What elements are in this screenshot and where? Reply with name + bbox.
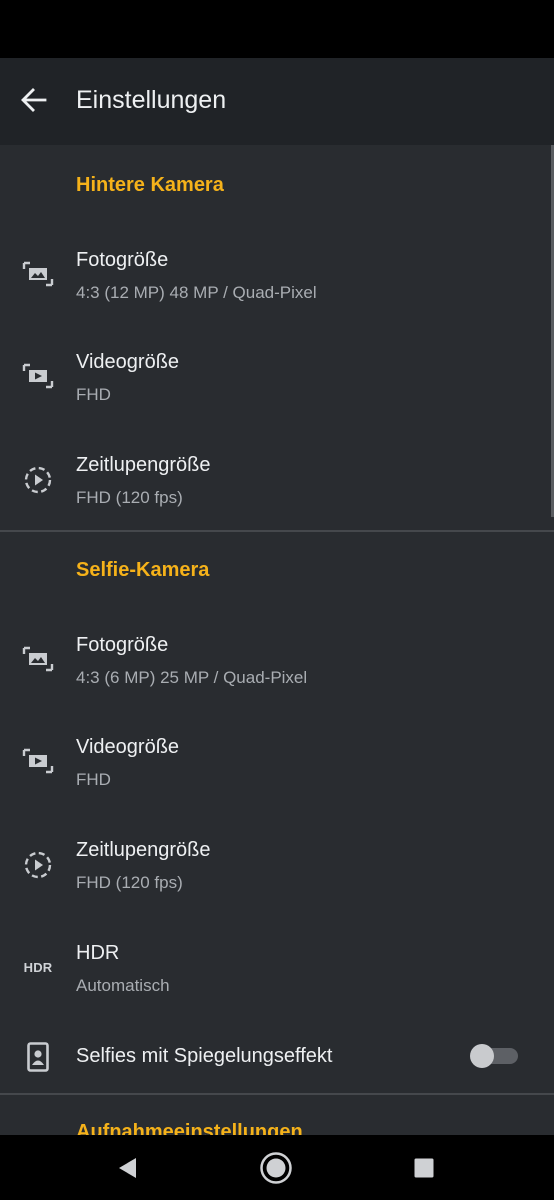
section-header-selfie-camera: Selfie-Kamera (76, 559, 210, 581)
slow-motion-icon (20, 462, 56, 498)
selfie-photo-size-item[interactable]: Fotogröße 4:3 (6 MP) 25 MP / Quad-Pixel (0, 610, 554, 712)
rear-photo-size-value: 4:3 (12 MP) 48 MP / Quad-Pixel (76, 283, 317, 302)
rear-photo-size-item[interactable]: Fotogröße 4:3 (12 MP) 48 MP / Quad-Pixel (0, 225, 554, 327)
nav-home-button[interactable] (259, 1151, 293, 1185)
rear-slowmo-size-title: Zeitlupengröße (76, 454, 211, 476)
square-recents-icon (414, 1158, 434, 1178)
slow-motion-icon (20, 847, 56, 883)
page-title: Einstellungen (76, 86, 227, 114)
nav-recents-button[interactable] (407, 1151, 441, 1185)
selfie-video-size-value: FHD (76, 770, 111, 789)
section-header-rear-camera: Hintere Kamera (76, 174, 224, 196)
selfie-hdr-item[interactable]: HDR HDR Automatisch (0, 918, 554, 1020)
selfie-photo-size-title: Fotogröße (76, 634, 169, 656)
rear-video-size-title: Videogröße (76, 351, 180, 373)
selfie-hdr-title: HDR (76, 942, 120, 964)
selfie-mirror-title: Selfies mit Spiegelungseffekt (76, 1045, 333, 1067)
rear-video-size-value: FHD (76, 385, 111, 404)
section-divider (0, 1093, 554, 1095)
hdr-icon: HDR (23, 959, 53, 975)
video-size-icon (20, 743, 56, 779)
rear-video-size-item[interactable]: Videogröße FHD (0, 327, 554, 430)
rear-slowmo-size-value: FHD (120 fps) (76, 488, 183, 507)
selfie-mirror-icon (20, 1039, 56, 1075)
back-button[interactable] (14, 80, 54, 120)
photo-size-icon (20, 641, 56, 677)
status-bar (0, 0, 554, 58)
toggle-knob (470, 1044, 494, 1068)
selfie-photo-size-value: 4:3 (6 MP) 25 MP / Quad-Pixel (76, 668, 308, 687)
arrow-left-icon (21, 88, 47, 112)
rear-slowmo-size-item[interactable]: Zeitlupengröße FHD (120 fps) (0, 430, 554, 530)
circle-home-icon (260, 1152, 292, 1184)
app-bar: Einstellungen (0, 58, 554, 145)
selfie-slowmo-size-title: Zeitlupengröße (76, 839, 211, 861)
triangle-back-icon (119, 1158, 136, 1178)
selfie-video-size-item[interactable]: Videogröße FHD (0, 712, 554, 815)
selfie-hdr-value: Automatisch (76, 976, 170, 995)
selfie-slowmo-size-item[interactable]: Zeitlupengröße FHD (120 fps) (0, 815, 554, 918)
selfie-mirror-toggle[interactable] (470, 1044, 518, 1068)
settings-list[interactable]: Hintere Kamera Fotogröße 4:3 (12 MP) 48 … (0, 145, 554, 1135)
selfie-slowmo-size-value: FHD (120 fps) (76, 873, 183, 892)
photo-size-icon (20, 256, 56, 292)
section-divider (0, 530, 554, 532)
section-header-capture-settings: Aufnahmeeinstellungen (76, 1121, 303, 1135)
selfie-video-size-title: Videogröße (76, 736, 180, 758)
navigation-bar (0, 1135, 554, 1200)
video-size-icon (20, 358, 56, 394)
nav-back-button[interactable] (111, 1151, 145, 1185)
selfie-mirror-item[interactable]: Selfies mit Spiegelungseffekt (0, 1020, 554, 1094)
rear-photo-size-title: Fotogröße (76, 249, 169, 271)
